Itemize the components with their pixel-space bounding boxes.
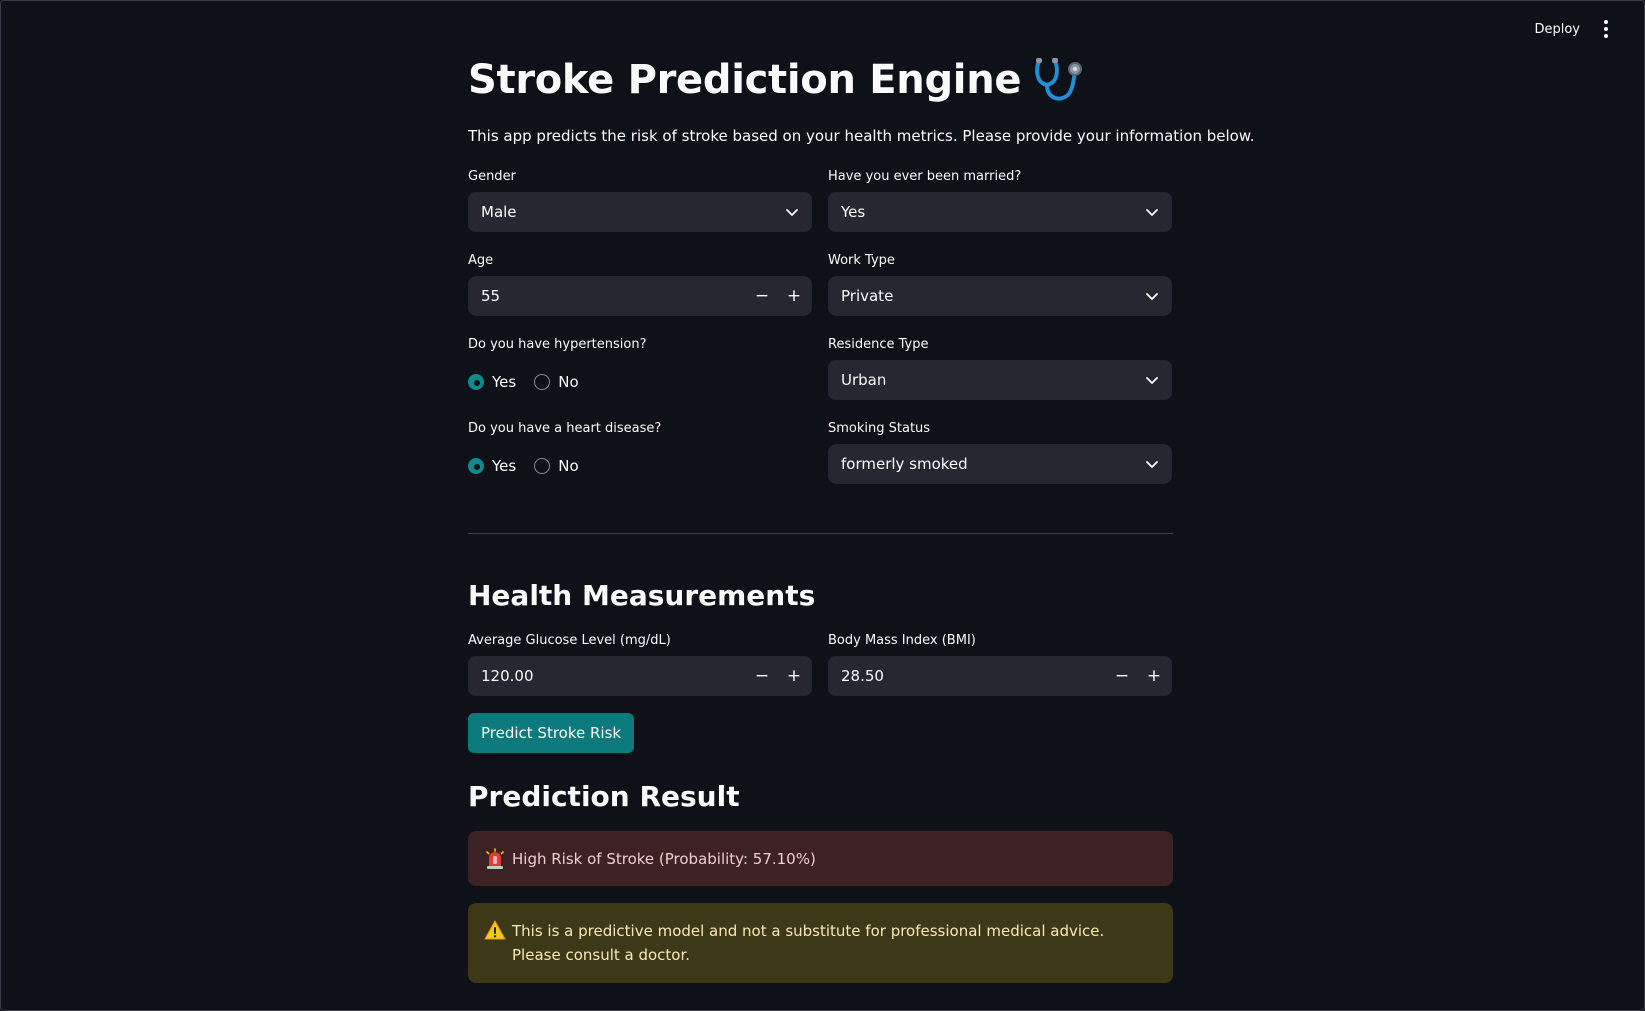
radio-selected-icon [468, 458, 484, 474]
decrement-button[interactable]: − [755, 667, 769, 684]
residence-label: Residence Type [828, 337, 929, 352]
bmi-value: 28.50 [841, 667, 884, 685]
work-type-value: Private [841, 287, 894, 305]
deploy-button[interactable]: Deploy [1534, 22, 1580, 37]
health-measurements-heading: Health Measurements [468, 579, 816, 612]
chevron-down-icon [1146, 209, 1158, 216]
radio-label: Yes [492, 373, 517, 391]
smoking-value: formerly smoked [841, 455, 968, 473]
age-value: 55 [481, 287, 501, 305]
warning-icon [484, 919, 506, 941]
radio-label: No [558, 373, 579, 391]
bmi-label: Body Mass Index (BMI) [828, 633, 976, 648]
chevron-down-icon [786, 209, 798, 216]
age-label: Age [468, 253, 494, 268]
heart-disease-option-no[interactable]: No [534, 457, 579, 475]
bmi-number-input[interactable]: 28.50 − + [828, 656, 1172, 696]
radio-label: Yes [492, 457, 517, 475]
radio-selected-icon [468, 374, 484, 390]
stethoscope-icon [1035, 58, 1083, 101]
radio-unselected-icon [534, 374, 551, 390]
siren-icon [484, 847, 506, 870]
top-toolbar: Deploy [1534, 19, 1614, 39]
page-title: Stroke Prediction Engine [468, 57, 1022, 103]
heart-disease-label: Do you have a heart disease? [468, 421, 662, 436]
warning-alert-text: This is a predictive model and not a sub… [512, 922, 1105, 964]
increment-button[interactable]: + [787, 287, 801, 304]
glucose-stepper: − + [755, 667, 801, 684]
increment-button[interactable]: + [1147, 667, 1161, 684]
age-number-input[interactable]: 55 − + [468, 276, 812, 316]
chevron-down-icon [1146, 377, 1158, 384]
chevron-down-icon [1146, 293, 1158, 300]
glucose-label: Average Glucose Level (mg/dL) [468, 633, 671, 648]
warning-alert: This is a predictive model and not a sub… [468, 903, 1173, 983]
chevron-down-icon [1146, 461, 1158, 468]
app-description: This app predicts the risk of stroke bas… [468, 127, 1255, 145]
radio-unselected-icon [534, 458, 551, 474]
prediction-result-heading: Prediction Result [468, 780, 740, 813]
page-header: Stroke Prediction Engine [468, 57, 1085, 103]
bmi-stepper: − + [1115, 667, 1161, 684]
increment-button[interactable]: + [787, 667, 801, 684]
age-stepper: − + [755, 287, 801, 304]
work-type-label: Work Type [828, 253, 895, 268]
error-alert: High Risk of Stroke (Probability: 57.10%… [468, 831, 1173, 886]
heart-disease-radio-group: Yes No [468, 457, 579, 475]
gender-value: Male [481, 203, 517, 221]
gender-label: Gender [468, 169, 516, 184]
error-alert-text: High Risk of Stroke (Probability: 57.10%… [512, 849, 816, 868]
decrement-button[interactable]: − [1115, 667, 1129, 684]
radio-label: No [558, 457, 579, 475]
app-window: Deploy Stroke Prediction Engine This app… [0, 0, 1645, 1011]
smoking-label: Smoking Status [828, 421, 931, 436]
glucose-number-input[interactable]: 120.00 − + [468, 656, 812, 696]
married-value: Yes [841, 203, 866, 221]
married-label: Have you ever been married? [828, 169, 1022, 184]
main-menu-icon[interactable] [1598, 19, 1614, 39]
residence-value: Urban [841, 371, 887, 389]
hypertension-radio-group: Yes No [468, 373, 579, 391]
smoking-select[interactable]: formerly smoked [828, 444, 1172, 484]
gender-select[interactable]: Male [468, 192, 812, 232]
heart-disease-option-yes[interactable]: Yes [468, 457, 516, 475]
hypertension-option-no[interactable]: No [534, 373, 579, 391]
section-divider [468, 533, 1173, 534]
decrement-button[interactable]: − [755, 287, 769, 304]
hypertension-option-yes[interactable]: Yes [468, 373, 516, 391]
predict-stroke-risk-button[interactable]: Predict Stroke Risk [468, 713, 635, 753]
residence-select[interactable]: Urban [828, 360, 1172, 400]
work-type-select[interactable]: Private [828, 276, 1172, 316]
married-select[interactable]: Yes [828, 192, 1172, 232]
hypertension-label: Do you have hypertension? [468, 337, 647, 352]
glucose-value: 120.00 [481, 667, 534, 685]
